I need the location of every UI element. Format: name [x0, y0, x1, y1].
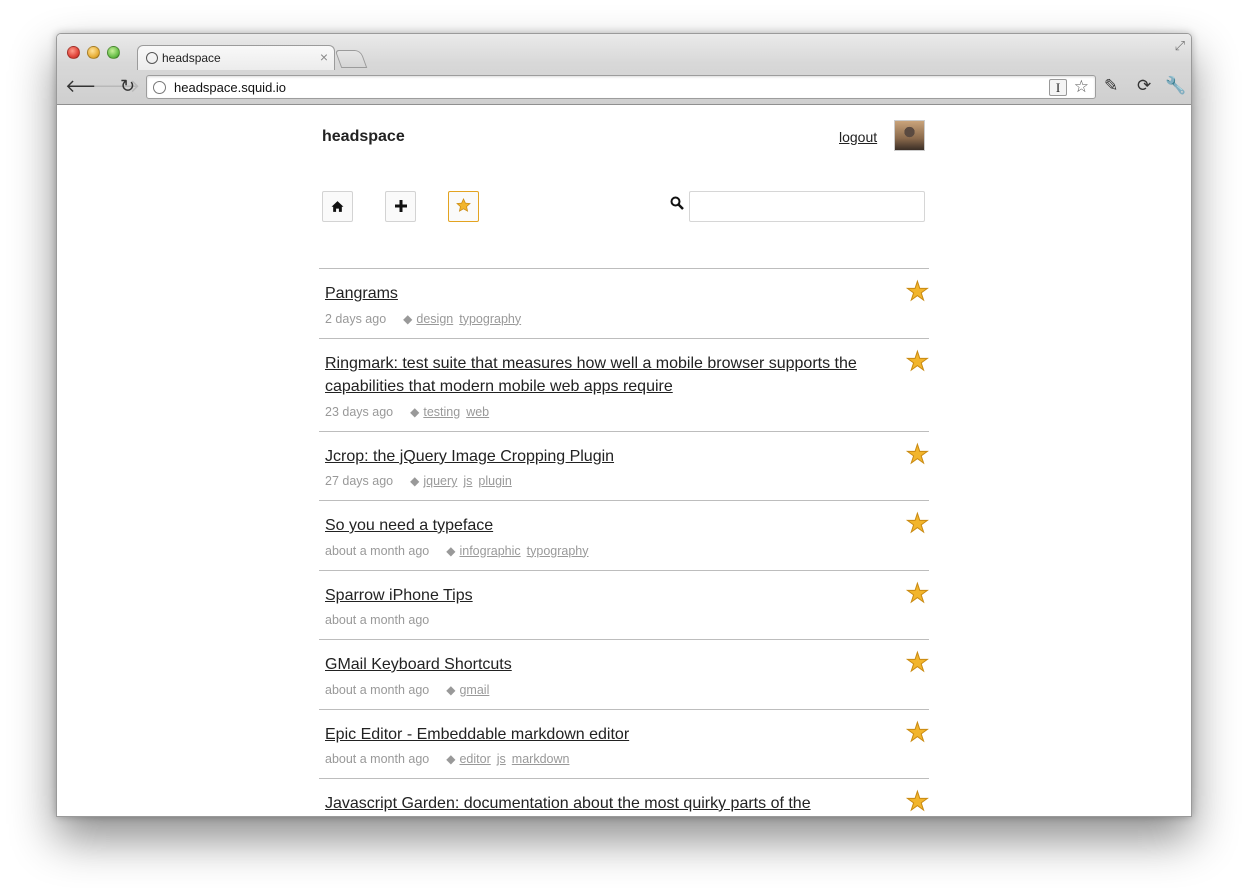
- star-icon[interactable]: ★: [905, 278, 929, 305]
- bookmark-item: Jcrop: the jQuery Image Cropping Plugin …: [319, 430, 930, 501]
- bookmark-meta: about a month ago ◆ editor js markdown: [325, 752, 877, 766]
- tag-link[interactable]: design: [416, 312, 453, 326]
- star-icon[interactable]: ★: [905, 649, 929, 676]
- bookmark-age: about a month ago: [325, 613, 430, 627]
- add-bookmark-button[interactable]: [385, 191, 416, 222]
- tag-icon: ◆: [446, 543, 456, 558]
- bookmark-item: Sparrow iPhone Tips about a month ago ★: [319, 569, 930, 640]
- bookmark-item: Pangrams 2 days ago ◆ design typography ★: [319, 268, 930, 338]
- close-window-button[interactable]: [67, 46, 80, 59]
- reload-icon[interactable]: ↻: [120, 75, 135, 97]
- starred-filter-button[interactable]: [448, 191, 479, 222]
- bookmark-title-link[interactable]: GMail Keyboard Shortcuts: [325, 653, 877, 677]
- tab-close-icon[interactable]: ×: [320, 49, 328, 65]
- reader-icon[interactable]: I: [1049, 79, 1067, 96]
- bookmark-item: So you need a typeface about a month ago…: [319, 500, 930, 570]
- zoom-window-button[interactable]: [107, 46, 120, 59]
- plus-icon: [394, 200, 407, 212]
- bookmark-age: 27 days ago: [325, 474, 394, 488]
- bookmark-tags: ◆ gmail: [429, 683, 495, 697]
- bookmark-title-link[interactable]: Epic Editor - Embeddable markdown editor: [325, 723, 877, 747]
- bookmark-item: GMail Keyboard Shortcuts about a month a…: [319, 639, 930, 709]
- tag-icon: ◆: [410, 404, 420, 419]
- bookmark-title-link[interactable]: Jcrop: the jQuery Image Cropping Plugin: [325, 445, 877, 469]
- globe-icon: [153, 81, 166, 94]
- wrench-icon[interactable]: 🔧: [1165, 75, 1186, 97]
- star-icon[interactable]: ★: [905, 510, 929, 537]
- bookmark-tags: ◆ infographic typography: [429, 544, 594, 558]
- logout-link[interactable]: logout: [839, 129, 877, 145]
- bookmark-age: about a month ago: [325, 682, 430, 697]
- bookmark-meta: about a month ago ◆ gmail: [325, 683, 877, 697]
- bookmark-age: 23 days ago: [325, 404, 394, 419]
- avatar[interactable]: [894, 120, 925, 151]
- bookmark-title-link[interactable]: Ringmark: test suite that measures how w…: [325, 352, 877, 399]
- bookmark-age: 2 days ago: [325, 311, 387, 326]
- pushpin-icon[interactable]: ✎: [1104, 75, 1118, 97]
- tag-link[interactable]: markdown: [512, 752, 570, 766]
- bookmark-meta: 23 days ago ◆ testing web: [325, 405, 877, 419]
- bookmark-meta: about a month ago: [325, 613, 877, 627]
- tag-link[interactable]: editor: [459, 752, 490, 766]
- bookmark-star-icon[interactable]: ☆: [1074, 77, 1089, 97]
- star-icon: [456, 198, 471, 212]
- new-tab-button[interactable]: [334, 50, 368, 68]
- tag-icon: ◆: [446, 752, 456, 766]
- address-bar[interactable]: headspace.squid.io I ☆: [146, 75, 1096, 99]
- bookmark-age: about a month ago: [325, 543, 430, 558]
- tag-icon: ◆: [410, 474, 420, 488]
- star-icon[interactable]: ★: [905, 579, 929, 606]
- fullscreen-icon[interactable]: ⤢: [1175, 38, 1185, 54]
- browser-chrome: headspace × ⤢ 🡐 🡒 ↻ headspace.squid.io I…: [57, 34, 1191, 105]
- star-icon[interactable]: ★: [905, 440, 929, 467]
- bookmark-item: Ringmark: test suite that measures how w…: [319, 337, 930, 431]
- tag-link[interactable]: typography: [459, 312, 521, 326]
- tag-link[interactable]: js: [463, 474, 472, 488]
- minimize-window-button[interactable]: [87, 46, 100, 59]
- star-icon[interactable]: ★: [905, 347, 929, 374]
- bookmark-title-link[interactable]: So you need a typeface: [325, 514, 877, 538]
- tag-link[interactable]: gmail: [459, 683, 489, 697]
- bookmark-tags: ◆ jquery js plugin: [393, 474, 518, 488]
- bookmark-meta: 27 days ago ◆ jquery js plugin: [325, 474, 877, 488]
- bookmark-item: Javascript Garden: documentation about t…: [319, 778, 930, 816]
- page-content: headspace logout Pangrams 2 days ago ◆ d…: [57, 105, 1191, 816]
- url-text[interactable]: headspace.squid.io: [174, 80, 286, 95]
- tab-title: headspace: [162, 51, 221, 65]
- tag-link[interactable]: web: [466, 405, 489, 419]
- bookmark-age: about a month ago: [325, 752, 430, 766]
- bookmark-meta: about a month ago ◆ infographic typography: [325, 544, 877, 558]
- tag-icon: ◆: [446, 682, 456, 697]
- tag-link[interactable]: js: [497, 752, 506, 766]
- bookmark-item: Epic Editor - Embeddable markdown editor…: [319, 708, 930, 779]
- bookmark-list: Pangrams 2 days ago ◆ design typography ★ R…: [319, 268, 930, 816]
- tag-icon: ◆: [403, 311, 413, 326]
- bookmark-title-link[interactable]: Pangrams: [325, 282, 877, 306]
- bookmark-title-link[interactable]: Sparrow iPhone Tips: [325, 584, 877, 608]
- bookmark-meta: 2 days ago ◆ design typography: [325, 312, 877, 326]
- star-icon[interactable]: ★: [905, 788, 929, 815]
- star-icon[interactable]: ★: [905, 718, 929, 745]
- tag-link[interactable]: testing: [423, 405, 460, 419]
- tag-link[interactable]: jquery: [423, 474, 457, 488]
- browser-tab[interactable]: headspace ×: [137, 45, 335, 70]
- globe-icon: [146, 52, 158, 64]
- search-input[interactable]: [689, 191, 925, 222]
- bookmark-title-link[interactable]: Javascript Garden: documentation about t…: [325, 792, 877, 816]
- tag-link[interactable]: infographic: [459, 544, 520, 558]
- brand-title: headspace: [322, 128, 405, 145]
- home-icon: [331, 201, 344, 212]
- search-icon: [670, 196, 684, 214]
- tag-link[interactable]: plugin: [478, 474, 511, 488]
- home-button[interactable]: [322, 191, 353, 222]
- bookmark-tags: ◆ testing web: [393, 405, 495, 419]
- bookmark-tags: ◆ editor js markdown: [429, 752, 575, 766]
- browser-toolbar: 🡐 🡒 ↻ headspace.squid.io I ☆ ✎ ⟳ 🔧: [57, 70, 1191, 104]
- bookmark-tags: ◆ design typography: [386, 312, 527, 326]
- browser-window: headspace × ⤢ 🡐 🡒 ↻ headspace.squid.io I…: [56, 33, 1192, 817]
- tag-link[interactable]: typography: [527, 544, 589, 558]
- sync-icon[interactable]: ⟳: [1137, 75, 1151, 97]
